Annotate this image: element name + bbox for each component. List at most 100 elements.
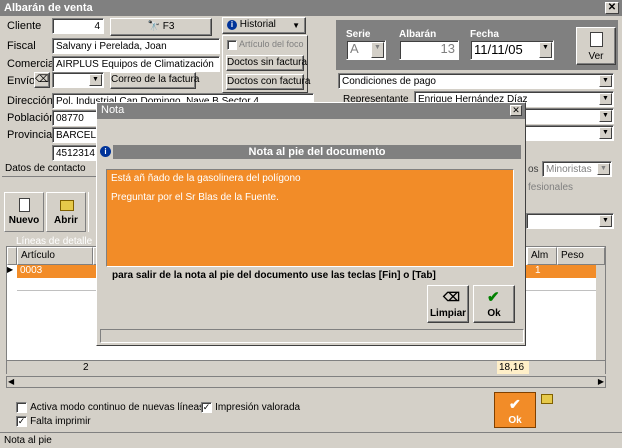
row-articulo: 0003: [20, 265, 43, 276]
new-document-icon: [19, 198, 30, 212]
checkmark-icon: ✔: [509, 396, 521, 412]
nuevo-button[interactable]: Nuevo: [4, 192, 44, 232]
dialog-title: Nota: [101, 104, 125, 116]
correo-factura-button[interactable]: Correo de la factura: [110, 72, 199, 89]
dialog-title-bar: Nota ✕: [97, 103, 525, 119]
window-close-button[interactable]: ✕: [605, 2, 619, 14]
footer-count: 2: [83, 362, 89, 373]
fecha-input[interactable]: 11/11/05 ▼: [470, 40, 554, 60]
cliente-input[interactable]: 4: [52, 18, 104, 34]
horizontal-scrollbar[interactable]: ◀ ▶: [6, 376, 606, 388]
serie-combo[interactable]: A ▼: [346, 40, 386, 60]
search-client-button[interactable]: 🔭 F3: [110, 18, 212, 36]
grid-footer: 2 18,16: [7, 360, 605, 374]
dialog-status: [100, 329, 524, 343]
main-ok-button[interactable]: ✔ Ok: [494, 392, 536, 428]
falta-imprimir-checkbox[interactable]: ✓: [16, 415, 27, 427]
telefono-input[interactable]: 4512314: [52, 145, 98, 161]
tarifa-combo[interactable]: Minoristas ▼: [542, 161, 612, 177]
nota-dialog: Nota ✕ i Nota al pie del documento Está …: [96, 102, 526, 346]
poblacion-label: Población: [7, 112, 56, 124]
folder-star-icon[interactable]: [541, 394, 553, 404]
chevron-down-icon[interactable]: ▼: [371, 42, 384, 58]
chevron-down-icon[interactable]: ▼: [89, 74, 102, 86]
eraser-icon: ⌫: [35, 74, 50, 85]
articulo-foco-option[interactable]: Artículo del foco: [227, 39, 304, 50]
fiscal-input[interactable]: Salvany i Perelada, Joan: [52, 38, 220, 54]
comercial-label: Comercial: [7, 58, 57, 70]
window-title: Albarán de venta: [4, 2, 93, 14]
binoculars-icon: 🔭: [147, 21, 160, 32]
view-document-icon: [590, 32, 603, 47]
f3-label: F3: [162, 21, 175, 32]
modo-continuo-option[interactable]: Activa modo continuo de nuevas líneas: [16, 401, 204, 413]
toolbar-edge: [88, 192, 94, 232]
serie-label: Serie: [346, 29, 371, 40]
doctos-con-factura-button[interactable]: Doctos con factura: [226, 74, 310, 90]
impresion-valorada-option[interactable]: ✓ Impresión valorada: [201, 401, 300, 413]
articulo-foco-checkbox[interactable]: [227, 39, 237, 50]
historial-menu: Artículo del foco Doctos sin factura Doc…: [222, 35, 310, 93]
eraser-button[interactable]: ⌫: [34, 72, 50, 88]
dialog-heading: Nota al pie del documento: [113, 145, 521, 159]
falta-imprimir-option[interactable]: ✓ Falta imprimir: [16, 415, 91, 427]
scroll-right-icon[interactable]: ▶: [598, 377, 604, 386]
scroll-left-icon[interactable]: ◀: [8, 377, 14, 386]
info-icon: i: [227, 20, 237, 30]
fiscal-label: Fiscal: [7, 40, 36, 52]
chevron-down-icon[interactable]: ▼: [599, 215, 612, 227]
window-title-bar: Albarán de venta ✕: [0, 0, 622, 16]
abrir-button[interactable]: Abrir: [46, 192, 86, 232]
albaran-label: Albarán: [399, 29, 437, 40]
poblacion-input[interactable]: 08770: [52, 110, 100, 126]
envio-label: Envío: [7, 75, 36, 87]
divider: [2, 176, 98, 177]
vertical-scrollbar[interactable]: [596, 265, 605, 360]
tarifa-label: os: [528, 164, 539, 175]
col-header-alm[interactable]: Alm: [527, 247, 557, 265]
grid-corner: [7, 247, 17, 265]
info-icon: i: [100, 146, 112, 158]
combo-field-5[interactable]: ▼: [526, 213, 614, 229]
combo-field-3[interactable]: ▼: [520, 108, 614, 124]
chevron-down-icon[interactable]: ▼: [599, 93, 612, 105]
checkmark-icon: ✔: [487, 289, 500, 306]
direccion-label: Dirección: [7, 95, 53, 107]
row-alm: 1: [535, 265, 541, 276]
datos-contacto-label: Datos de contacto: [5, 163, 86, 174]
comercial-input[interactable]: AIRPLUS Equipos de Climatización: [52, 56, 220, 72]
profesionales-label: fesionales: [528, 182, 574, 193]
provincia-label: Provincia: [7, 129, 53, 141]
exit-hint: para salir de la nota al pie del documen…: [106, 269, 514, 283]
cliente-label: Cliente: [7, 20, 42, 32]
chevron-down-icon[interactable]: ▼: [539, 42, 552, 58]
historial-label: Historial: [239, 19, 276, 30]
status-bar: Nota al pie: [0, 432, 622, 448]
condiciones-pago-combo[interactable]: Condiciones de pago ▼: [338, 73, 614, 89]
chevron-down-icon[interactable]: ▼: [597, 163, 610, 175]
historial-dropdown[interactable]: i Historial ▼: [222, 17, 306, 34]
modo-continuo-checkbox[interactable]: [16, 401, 27, 413]
footer-total: 18,16: [497, 361, 529, 374]
row-pointer-icon: ▶: [7, 265, 14, 274]
impresion-valorada-checkbox[interactable]: ✓: [201, 401, 212, 413]
doctos-sin-factura-button[interactable]: Doctos sin factura: [226, 55, 307, 71]
chevron-down-icon[interactable]: ▼: [599, 110, 612, 122]
dialog-close-button[interactable]: ✕: [510, 105, 522, 116]
ver-button[interactable]: Ver: [576, 27, 616, 65]
note-line-2: Preguntar por el Sr Blas de la Fuente.: [111, 192, 279, 203]
caret-down-icon: ▼: [292, 21, 300, 30]
limpiar-button[interactable]: ⌫ Limpiar: [427, 285, 469, 323]
col-header-peso[interactable]: Peso: [557, 247, 605, 265]
provincia-input[interactable]: BARCELON: [52, 127, 98, 143]
note-line-1: Está añ ñado de la gasolinera del polígo…: [111, 173, 301, 184]
envio-combo[interactable]: ▼: [52, 72, 104, 88]
fecha-label: Fecha: [470, 29, 499, 40]
col-header-articulo[interactable]: Artículo: [17, 247, 93, 265]
chevron-down-icon[interactable]: ▼: [599, 75, 612, 87]
note-textarea[interactable]: Está añ ñado de la gasolinera del polígo…: [106, 169, 514, 267]
albaran-input[interactable]: 13: [399, 40, 459, 60]
combo-field-4[interactable]: ▼: [520, 125, 614, 141]
chevron-down-icon[interactable]: ▼: [599, 127, 612, 139]
dialog-ok-button[interactable]: ✔ Ok: [473, 285, 515, 323]
